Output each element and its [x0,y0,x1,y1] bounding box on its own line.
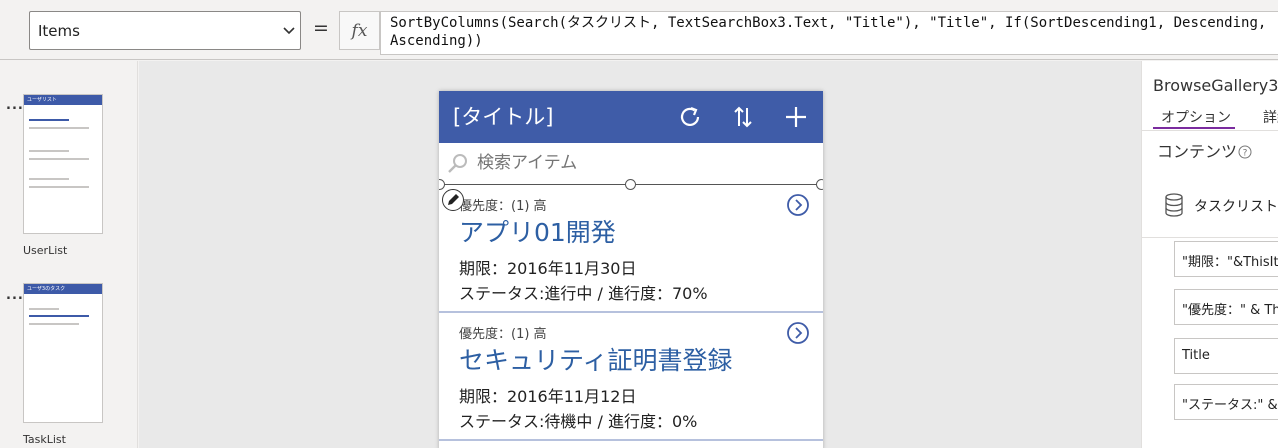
field-selector[interactable]: "優先度：" & Thi [1174,289,1278,325]
data-source-name[interactable]: タスクリスト [1194,196,1278,216]
sort-icon[interactable] [730,104,756,130]
control-name: BrowseGallery3 [1153,76,1278,95]
equals-sign: = [313,17,329,39]
item-due: 期限：2016年11月30日 [459,259,637,278]
property-dropdown[interactable]: Items [29,11,301,50]
field-selector[interactable]: Title [1174,338,1278,374]
pencil-icon [448,194,459,205]
app-preview: [タイトル] 検索アイテム 優先度：(1) 高 アプリ01開発 期限：2016年… [439,91,823,448]
field-selector[interactable]: "期限："&ThisIte [1174,241,1278,277]
browse-gallery[interactable]: 優先度：(1) 高 アプリ01開発 期限：2016年11月30日 ステータス:進… [439,185,823,448]
thumbnail-line [29,178,69,180]
screen-menu-icon[interactable]: ... [6,98,24,113]
field-selector[interactable]: "ステータス:" & [1174,384,1278,420]
database-icon [1165,193,1183,217]
search-icon [448,154,467,173]
chevron-right-icon[interactable] [786,321,810,345]
thumbnail-line [29,119,69,121]
design-canvas: [タイトル] 検索アイテム 優先度：(1) 高 アプリ01開発 期限：2016年… [139,61,1141,448]
item-title: セキュリティ証明書登録 [459,346,733,375]
screen-thumbnail-userlist[interactable]: ユーザリスト [23,94,103,234]
screens-panel: ... ユーザリスト UserList ... ユーザ3のタスク TaskLis… [0,61,138,448]
chevron-right-icon[interactable] [786,193,810,217]
resize-handle[interactable] [816,179,823,190]
fx-icon[interactable]: fx [339,11,380,50]
thumbnail-header: ユーザ3のタスク [24,284,102,294]
active-tab-indicator [1153,127,1235,129]
content-label: コンテンツ [1157,142,1238,161]
item-status: ステータス:進行中 / 進行度：70% [459,284,708,303]
svg-text:?: ? [1243,149,1248,159]
thumbnail-header: ユーザリスト [24,95,102,105]
resize-handle[interactable] [625,179,636,190]
tab-advanced[interactable]: 詳細 [1263,107,1278,127]
item-status: ステータス:待機中 / 進行度：0% [459,412,698,431]
tab-options[interactable]: オプション [1161,107,1231,127]
search-input[interactable] [477,150,807,176]
item-priority: 優先度：(1) 高 [459,327,547,342]
screen-name-tasklist[interactable]: TaskList [23,433,66,446]
screen-name-userlist[interactable]: UserList [23,244,67,257]
thumbnail-line [29,158,89,160]
help-icon[interactable]: ? [1238,145,1252,159]
powerapps-studio: Items = fx SortByColumns(Search(タスクリスト, … [0,0,1278,448]
property-dropdown-value: Items [38,21,80,40]
refresh-icon[interactable] [677,104,703,130]
item-title: アプリ01開発 [459,218,616,247]
thumbnail-line [29,315,89,317]
app-header: [タイトル] [439,91,823,143]
chevron-down-icon [283,27,295,35]
thumbnail-line [29,150,69,152]
screen-thumbnail-tasklist[interactable]: ユーザ3のタスク [23,283,103,423]
formula-input[interactable]: SortByColumns(Search(タスクリスト, TextSearchB… [380,11,1278,55]
divider [1142,130,1278,131]
formula-bar: Items = fx SortByColumns(Search(タスクリスト, … [0,0,1278,60]
screen-menu-icon[interactable]: ... [6,288,24,303]
gallery-item[interactable]: 優先度：(1) 高 セキュリティ証明書登録 期限：2016年11月12日 ステー… [439,313,823,441]
add-icon[interactable] [783,104,809,130]
properties-panel: BrowseGallery3 オプション 詳細 コンテンツ ? タスクリスト "… [1141,61,1278,448]
thumbnail-line [29,186,89,188]
app-title[interactable]: [タイトル] [453,101,553,131]
gallery-item[interactable]: 優先度：(1) 高 アプリ01開発 期限：2016年11月30日 ステータス:進… [439,185,823,313]
item-due: 期限：2016年11月12日 [459,387,637,406]
divider [1142,237,1278,238]
thumbnail-line [29,323,79,325]
item-priority: 優先度：(1) 高 [459,199,547,214]
thumbnail-line [29,127,89,129]
thumbnail-line [29,308,59,310]
edit-template-button[interactable] [442,189,464,211]
